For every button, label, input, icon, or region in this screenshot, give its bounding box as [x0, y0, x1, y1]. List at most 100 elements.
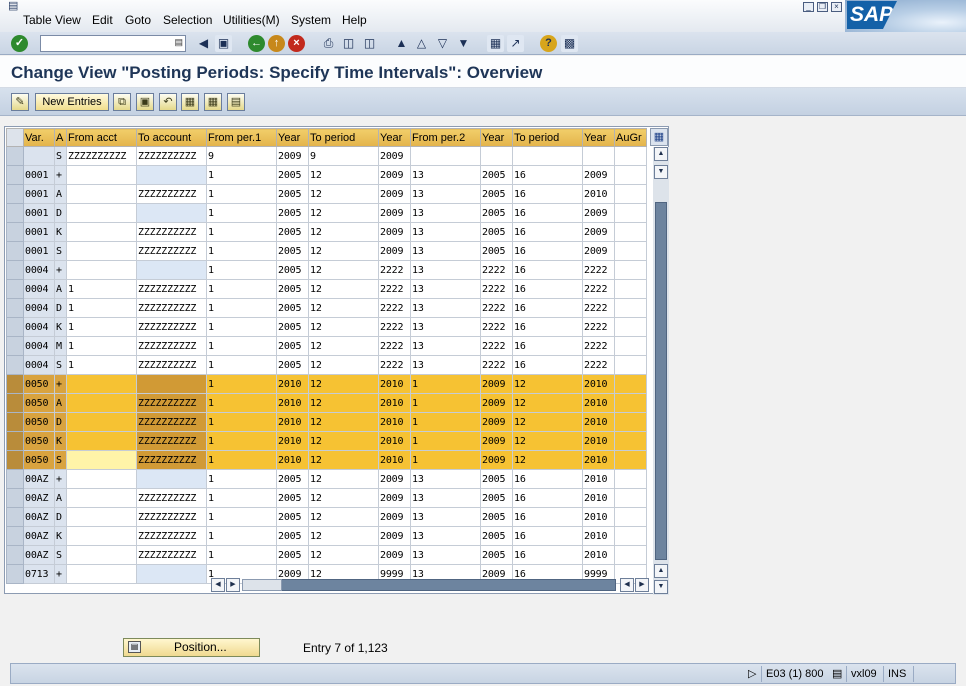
cell-to-period-2[interactable]: 16	[512, 222, 583, 242]
column-header-year-3[interactable]: Year	[480, 128, 513, 147]
cell-year-3[interactable]: 2222	[480, 336, 513, 356]
cell-year-4[interactable]: 2009	[582, 203, 615, 223]
cell-authorization-group[interactable]	[614, 450, 647, 470]
cell-authorization-group[interactable]	[614, 393, 647, 413]
cell-from-period-1[interactable]: 1	[206, 450, 277, 470]
table-row[interactable]: 0001 S ZZZZZZZZZZ 1 2005 12 2009 13 2005 16 2009	[6, 241, 647, 261]
table-row[interactable]: 0050 D ZZZZZZZZZZ 1 2010 12 2010 1 2009 12 2010	[6, 412, 647, 432]
cell-to-period-1[interactable]: 12	[308, 393, 379, 413]
cell-to-period-1[interactable]: 12	[308, 526, 379, 546]
cell-from-account[interactable]: 1	[66, 279, 137, 299]
cell-to-period-2[interactable]: 16	[512, 355, 583, 375]
row-selector[interactable]	[6, 222, 24, 242]
cell-from-period-1[interactable]: 1	[206, 469, 277, 489]
cell-authorization-group[interactable]	[614, 355, 647, 375]
cell-from-period-2[interactable]	[410, 146, 481, 166]
cell-to-account[interactable]: ZZZZZZZZZZ	[136, 526, 207, 546]
cell-year-1[interactable]: 2005	[276, 222, 309, 242]
column-header-to-period-1[interactable]: To period	[308, 128, 379, 147]
cell-year-3[interactable]: 2222	[480, 260, 513, 280]
cell-authorization-group[interactable]	[614, 260, 647, 280]
cell-authorization-group[interactable]	[614, 469, 647, 489]
cell-authorization-group[interactable]	[614, 431, 647, 451]
cell-from-period-1[interactable]: 1	[206, 298, 277, 318]
table-row[interactable]: 0004 M 1 ZZZZZZZZZZ 1 2005 12 2222 13 2222 16 2222	[6, 336, 647, 356]
cell-year-2[interactable]: 2009	[378, 545, 411, 565]
cell-to-account[interactable]	[136, 374, 207, 394]
cell-year-2[interactable]: 2222	[378, 260, 411, 280]
row-selector[interactable]	[6, 469, 24, 489]
cell-from-account[interactable]	[66, 450, 137, 470]
command-field[interactable]: ▤	[40, 35, 186, 52]
cell-year-2[interactable]: 2009	[378, 469, 411, 489]
row-selector[interactable]	[6, 545, 24, 565]
column-header-from-account[interactable]: From acct	[66, 128, 137, 147]
cell-to-period-2[interactable]: 12	[512, 450, 583, 470]
scroll-up-icon[interactable]: ▲	[654, 147, 668, 161]
cell-year-2[interactable]: 2010	[378, 450, 411, 470]
horizontal-scrollbar[interactable]: ◀ ▶ ◀ ▶	[210, 578, 650, 593]
command-dropdown-icon[interactable]: ▤	[174, 37, 183, 48]
shortcut-icon[interactable]: ↗	[507, 35, 524, 52]
cell-to-account[interactable]: ZZZZZZZZZZ	[136, 317, 207, 337]
cell-year-3[interactable]: 2009	[480, 450, 513, 470]
cell-from-period-1[interactable]: 1	[206, 260, 277, 280]
scroll-right-icon[interactable]: ▶	[226, 578, 240, 592]
table-row[interactable]: 00AZ D ZZZZZZZZZZ 1 2005 12 2009 13 2005 16 2010	[6, 507, 647, 527]
cell-year-1[interactable]: 2010	[276, 450, 309, 470]
cell-year-4[interactable]: 2222	[582, 336, 615, 356]
cell-year-2[interactable]: 2222	[378, 279, 411, 299]
cell-to-period-1[interactable]: 12	[308, 260, 379, 280]
row-selector[interactable]	[6, 165, 24, 185]
cell-year-1[interactable]: 2005	[276, 545, 309, 565]
cell-year-1[interactable]: 2005	[276, 488, 309, 508]
menu-system[interactable]: System	[291, 12, 331, 28]
cell-to-period-1[interactable]: 12	[308, 222, 379, 242]
cell-from-account[interactable]	[66, 469, 137, 489]
cell-from-account[interactable]: 1	[66, 355, 137, 375]
cell-to-period-2[interactable]: 16	[512, 317, 583, 337]
cell-to-period-1[interactable]: 12	[308, 507, 379, 527]
table-row[interactable]: 0001 K ZZZZZZZZZZ 1 2005 12 2009 13 2005 16 2009	[6, 222, 647, 242]
cell-to-account[interactable]: ZZZZZZZZZZ	[136, 336, 207, 356]
row-selector[interactable]	[6, 336, 24, 356]
cell-to-period-2[interactable]: 12	[512, 412, 583, 432]
cell-year-1[interactable]: 2005	[276, 317, 309, 337]
cell-year-3[interactable]: 2005	[480, 488, 513, 508]
scroll-left-icon[interactable]: ◀	[211, 578, 225, 592]
cell-to-period-2[interactable]: 16	[512, 488, 583, 508]
cell-year-1[interactable]: 2005	[276, 526, 309, 546]
cell-from-period-2[interactable]: 13	[410, 317, 481, 337]
cell-from-period-1[interactable]: 1	[206, 336, 277, 356]
cell-year-4[interactable]: 2010	[582, 545, 615, 565]
column-header-authorization-group[interactable]: AuGr	[614, 128, 647, 147]
cell-year-4[interactable]: 2010	[582, 526, 615, 546]
scroll-right-end-icon[interactable]: ▶	[635, 578, 649, 592]
next-page-icon[interactable]: ▽	[434, 35, 451, 52]
cell-year-1[interactable]: 2005	[276, 279, 309, 299]
column-header-to-account[interactable]: To account	[136, 128, 207, 147]
cell-to-period-2[interactable]: 16	[512, 241, 583, 261]
row-selector[interactable]	[6, 355, 24, 375]
cell-to-account[interactable]: ZZZZZZZZZZ	[136, 184, 207, 204]
cell-to-period-2[interactable]: 16	[512, 260, 583, 280]
new-entries-button[interactable]: New Entries	[35, 93, 109, 111]
cell-to-period-1[interactable]: 12	[308, 412, 379, 432]
cell-year-1[interactable]: 2005	[276, 507, 309, 527]
cell-from-period-1[interactable]: 1	[206, 488, 277, 508]
select-block-icon[interactable]: ▦	[204, 93, 222, 111]
cell-to-period-2[interactable]: 16	[512, 279, 583, 299]
menu-help[interactable]: Help	[342, 12, 367, 28]
table-row[interactable]: 0001 A ZZZZZZZZZZ 1 2005 12 2009 13 2005 16 2010	[6, 184, 647, 204]
page-down-icon[interactable]: ▼	[654, 165, 668, 179]
vertical-scroll-thumb[interactable]	[655, 202, 667, 560]
cell-to-account[interactable]	[136, 260, 207, 280]
system-info-dropdown-icon[interactable]: ▤	[828, 666, 842, 682]
cell-authorization-group[interactable]	[614, 507, 647, 527]
table-row[interactable]: 0001 +1 2005 12 2009 13 2005 16 2009	[6, 165, 647, 185]
cell-to-account[interactable]: ZZZZZZZZZZ	[136, 545, 207, 565]
column-header-year-1[interactable]: Year	[276, 128, 309, 147]
table-row[interactable]: 0004 A 1 ZZZZZZZZZZ 1 2005 12 2222 13 2222 16 2222	[6, 279, 647, 299]
cell-year-2[interactable]: 2222	[378, 317, 411, 337]
cell-year-3[interactable]: 2005	[480, 184, 513, 204]
